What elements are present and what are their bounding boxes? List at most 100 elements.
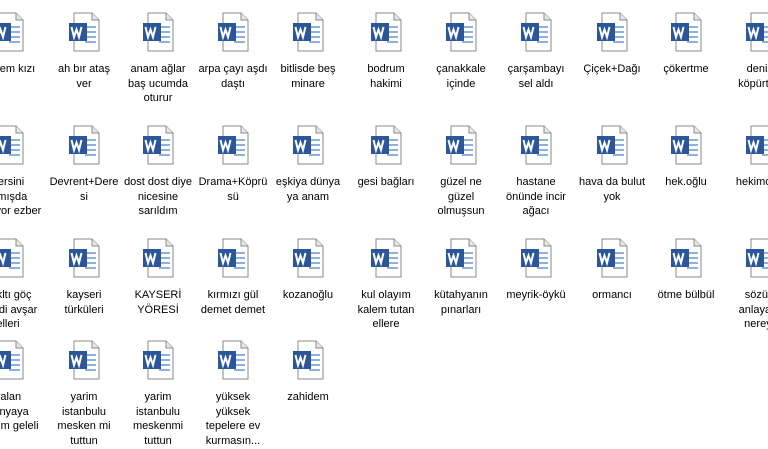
file-name-label: bodrum hakimi: [367, 63, 405, 90]
file-name-label: çökertme: [663, 63, 709, 75]
file-name-label: hastane önünde incir ağacı: [506, 176, 566, 217]
file-item[interactable]: hek.oğlu: [650, 125, 722, 190]
file-item[interactable]: hastane önünde incir ağacı: [500, 125, 572, 219]
word-document-icon: [142, 238, 174, 278]
file-item[interactable]: kul olayım kalem tutan ellere: [350, 238, 422, 332]
word-document-icon: [670, 238, 702, 278]
file-item[interactable]: kozanoğlu: [272, 238, 344, 303]
word-document-icon: [217, 340, 249, 380]
file-name-label: anam ağlar baş ucumda oturur: [128, 63, 188, 104]
file-item[interactable]: kırmızı gül demet demet: [197, 238, 269, 317]
file-name-label: gesi bağları: [357, 176, 415, 188]
word-document-icon: [217, 238, 249, 278]
word-document-icon: [142, 125, 174, 165]
file-item[interactable]: meyrik-öykü: [500, 238, 572, 303]
file-name-label: yarim istanbulu meskenmi tuttun: [132, 391, 184, 447]
file-name-label: kırmızı gül demet demet: [200, 289, 266, 316]
file-name-label: denizi köpürtme: [738, 63, 768, 90]
word-document-icon: [520, 12, 552, 52]
file-name-label: yüksek yüksek tepelere ev kurmasın...: [205, 391, 261, 447]
file-name-label: arpa çayı aşdı daştı: [198, 63, 268, 90]
file-item[interactable]: çökertme: [650, 12, 722, 77]
file-name-label: kozanoğlu: [282, 289, 334, 301]
word-document-icon: [142, 12, 174, 52]
file-name-label: hek.oğlu: [665, 176, 707, 188]
file-item[interactable]: KAYSERİ YÖRESİ: [122, 238, 194, 317]
file-item[interactable]: güzel ne güzel olmuşsun: [425, 125, 497, 219]
word-document-icon: [670, 12, 702, 52]
file-name-label: Çiçek+Dağı: [583, 63, 641, 75]
word-document-icon: [745, 238, 768, 278]
file-item[interactable]: dost dost diye nicesine sarıldım: [122, 125, 194, 219]
file-item[interactable]: Devrent+Deresi: [48, 125, 120, 204]
file-name-label: hava da bulut yok: [578, 176, 646, 203]
file-item[interactable]: yarim istanbulu meskenmi tuttun: [122, 340, 194, 448]
word-document-icon: [520, 238, 552, 278]
word-document-icon: [292, 340, 324, 380]
file-item[interactable]: Çiçek+Dağı: [576, 12, 648, 77]
file-name-label: güzel ne güzel olmuşsun: [437, 176, 485, 217]
file-name-label: çiçcem kızı: [0, 63, 36, 75]
word-document-icon: [745, 12, 768, 52]
word-document-icon: [596, 238, 628, 278]
word-document-icon: [445, 238, 477, 278]
word-document-icon: [445, 12, 477, 52]
file-name-label: zahidem: [287, 391, 329, 403]
file-item[interactable]: kütahyanın pınarları: [425, 238, 497, 317]
file-item[interactable]: yarim istanbulu mesken mi tuttun: [48, 340, 120, 448]
word-document-icon: [0, 238, 24, 278]
file-item[interactable]: çiçcem kızı: [0, 12, 44, 77]
file-name-label: eşkiya dünya ya anam: [275, 176, 341, 203]
word-document-icon: [0, 125, 24, 165]
file-item[interactable]: sözüm anlayana nereye: [725, 238, 768, 332]
file-name-label: Drama+Köprüsü: [198, 176, 268, 203]
file-item[interactable]: ötme bülbül: [650, 238, 722, 303]
word-document-icon: [370, 238, 402, 278]
word-document-icon: [142, 340, 174, 380]
file-item[interactable]: zahidem: [272, 340, 344, 405]
file-item[interactable]: gesi bağları: [350, 125, 422, 190]
word-document-icon: [745, 125, 768, 165]
file-item[interactable]: yüksek yüksek tepelere ev kurmasın...: [197, 340, 269, 448]
word-document-icon: [596, 12, 628, 52]
file-item[interactable]: bakltı göç eyledi avşar elleri: [0, 238, 44, 332]
file-item[interactable]: çarşambayı sel aldı: [500, 12, 572, 91]
file-item[interactable]: denizi köpürtme: [725, 12, 768, 91]
file-item[interactable]: dersini almışda gediyor ezber: [0, 125, 44, 219]
word-document-icon: [596, 125, 628, 165]
file-explorer-large-icons-view: çiçcem kızı ah bır ataş ver anam ağlar baş…: [0, 0, 768, 449]
file-name-label: ah bır ataş ver: [58, 63, 110, 90]
file-item[interactable]: kayseri türküleri: [48, 238, 120, 317]
word-document-icon: [68, 125, 100, 165]
file-name-label: yalan dünyaya geldim geleli: [0, 391, 39, 432]
file-item[interactable]: anam ağlar baş ucumda oturur: [122, 12, 194, 106]
file-name-label: kul olayım kalem tutan ellere: [357, 289, 415, 330]
word-document-icon: [670, 125, 702, 165]
file-item[interactable]: ormancı: [576, 238, 648, 303]
word-document-icon: [68, 238, 100, 278]
file-item[interactable]: hava da bulut yok: [576, 125, 648, 204]
file-name-label: meyrik-öykü: [506, 289, 566, 301]
file-name-label: bitlisde beş minare: [280, 63, 336, 90]
file-item[interactable]: bitlisde beş minare: [272, 12, 344, 91]
file-name-label: ötme bülbül: [657, 289, 715, 301]
file-item[interactable]: eşkiya dünya ya anam: [272, 125, 344, 204]
word-document-icon: [68, 12, 100, 52]
file-item[interactable]: bodrum hakimi: [350, 12, 422, 91]
file-item[interactable]: yalan dünyaya geldim geleli: [0, 340, 44, 434]
word-document-icon: [292, 12, 324, 52]
file-name-label: hekimoğlu: [735, 176, 768, 188]
file-name-label: çanakkale içinde: [436, 63, 486, 90]
word-document-icon: [292, 125, 324, 165]
word-document-icon: [0, 12, 24, 52]
word-document-icon: [520, 125, 552, 165]
file-name-label: dost dost diye nicesine sarıldım: [124, 176, 192, 217]
file-item[interactable]: çanakkale içinde: [425, 12, 497, 91]
file-name-label: kayseri türküleri: [64, 289, 104, 316]
file-name-label: çarşambayı sel aldı: [507, 63, 565, 90]
file-item[interactable]: ah bır ataş ver: [48, 12, 120, 91]
file-item[interactable]: hekimoğlu: [725, 125, 768, 190]
file-item[interactable]: Drama+Köprüsü: [197, 125, 269, 204]
file-name-label: dersini almışda gediyor ezber: [0, 176, 42, 217]
file-item[interactable]: arpa çayı aşdı daştı: [197, 12, 269, 91]
